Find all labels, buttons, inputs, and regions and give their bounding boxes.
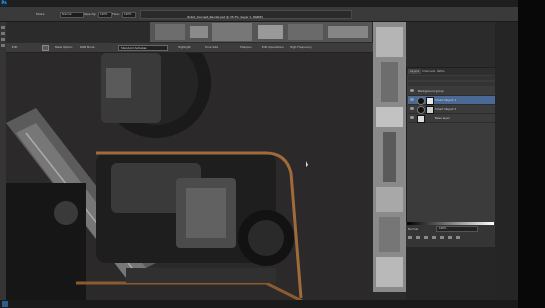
layer-mask-thumbnail: [417, 97, 425, 105]
opacity-select[interactable]: 100%: [436, 226, 478, 232]
layer-row-group[interactable]: Background group: [408, 87, 495, 96]
eye-icon[interactable]: [410, 116, 414, 119]
eye-icon[interactable]: [410, 89, 414, 92]
layer-name: Background group: [418, 89, 444, 93]
texture-preview: [150, 22, 372, 42]
secondary-toolbar: Edit Mask Option RGB Mode Standard Antia…: [0, 43, 373, 53]
eye-icon[interactable]: [410, 107, 414, 110]
mode-label: Mode:: [36, 12, 46, 16]
opacity-field[interactable]: 100%: [98, 12, 112, 18]
layer-name: Smart Object 2: [435, 107, 457, 111]
layer-row-selected[interactable]: Smart Object 1: [408, 96, 495, 105]
layer-thumbnail: [426, 106, 434, 114]
taskbar: [0, 300, 518, 308]
toolbar-item-rgb-mode[interactable]: RGB Mode: [80, 45, 95, 49]
layers-options-panel: Normal 100%: [406, 222, 495, 247]
link-icon[interactable]: [408, 236, 412, 239]
texture-atlas-strip: [373, 22, 406, 292]
start-icon[interactable]: [2, 301, 8, 307]
trash-icon[interactable]: [456, 236, 460, 239]
menu-bar: Ps: [0, 0, 518, 7]
toolbar-item-edit-operations[interactable]: Edit Operations: [262, 45, 284, 49]
eye-icon[interactable]: [410, 98, 414, 101]
layer-row[interactable]: Base layer: [408, 114, 495, 123]
layer-name: Smart Object 1: [435, 98, 457, 102]
toolbar-item-highlight[interactable]: Highlight: [178, 45, 191, 49]
color-swatch[interactable]: [42, 45, 49, 51]
gradient-bar: [407, 222, 494, 225]
fx-icon[interactable]: [416, 236, 420, 239]
toolbar-item-edit[interactable]: Edit: [12, 45, 17, 49]
toolbar-item-sharpen[interactable]: Sharpen: [240, 45, 252, 49]
toolbar-item-tone-size[interactable]: Tone Size: [205, 45, 218, 49]
blend-mode-value[interactable]: Normal: [408, 227, 418, 231]
right-dock: [495, 22, 518, 300]
toolbar-item-high-frequency[interactable]: High Frequency: [290, 45, 312, 49]
layer-thumbnail: [426, 97, 434, 105]
flow-field[interactable]: 100%: [122, 12, 136, 18]
layer-thumbnail: [417, 115, 425, 123]
adjustment-icon[interactable]: [432, 236, 436, 239]
document-title: Robot_Concept_Render.psd @ 33.3% (Layer …: [187, 15, 263, 19]
texture-preview-strip: [150, 22, 372, 42]
flow-label: Flow:: [112, 12, 120, 16]
layers-filter-bar[interactable]: [408, 76, 495, 80]
photoshop-window: Ps Mode: Normal Opacity: 100% Flow: 100%…: [0, 0, 518, 308]
folder-icon[interactable]: [440, 236, 444, 239]
texture-atlas: [373, 22, 406, 292]
mask-icon[interactable]: [424, 236, 428, 239]
antialias-value: Standard Antialias: [121, 46, 147, 50]
robot-artwork: [6, 53, 373, 308]
opacity-label: Opacity:: [84, 12, 97, 16]
blend-mode-select[interactable]: Normal: [60, 12, 84, 18]
layer-actions-row: [408, 236, 493, 240]
layer-mask-thumbnail: [417, 106, 425, 114]
toolbar-item-mask-option[interactable]: Mask Option: [55, 45, 72, 49]
tab-paths[interactable]: Paths: [435, 69, 447, 74]
antialias-select[interactable]: Standard Antialias: [118, 45, 168, 51]
layer-row[interactable]: Smart Object 2: [408, 105, 495, 114]
photoshop-logo-icon: Ps: [1, 0, 7, 6]
opacity-value: 100%: [439, 227, 447, 230]
document-canvas[interactable]: [6, 53, 373, 308]
screen-border: [518, 0, 545, 308]
layer-name: Base layer: [435, 116, 450, 120]
layers-panel-header: Layers Channels Paths: [407, 68, 496, 75]
layers-blend-bar[interactable]: [408, 82, 495, 86]
new-layer-icon[interactable]: [448, 236, 452, 239]
